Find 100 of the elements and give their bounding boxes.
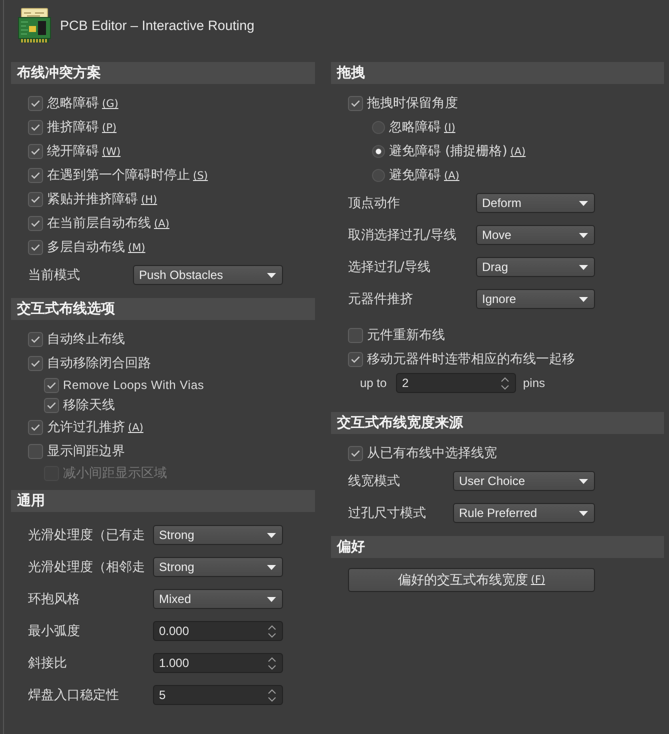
dropdown[interactable]: Deform [476,193,595,213]
checkbox[interactable] [348,352,363,366]
field-label: 环抱风格 [28,591,81,608]
checkmark-icon [31,100,40,106]
field-label: 最小弧度 [28,623,81,640]
checkmark-icon [351,356,360,362]
checkbox[interactable] [28,216,43,230]
number-field[interactable]: 0.000 [153,621,283,641]
field-label: 线宽模式 [348,473,401,490]
checkmark-icon [351,450,360,456]
radio-label[interactable]: 忽略障碍 (I) [389,118,456,136]
radio-label[interactable]: 避免障碍 (捕捉栅格) (A) [389,142,526,160]
checkbox[interactable] [28,356,43,370]
checkbox-label[interactable]: 显示间距边界 [47,442,125,460]
section-header: 通用 [11,490,315,512]
field-label: 元器件推挤 [348,291,414,308]
dropdown[interactable]: Rule Preferred [453,503,595,523]
dropdown[interactable]: Mixed [153,589,283,609]
caret-icon [267,272,276,278]
dropdown[interactable]: Strong [153,525,283,545]
number-field[interactable]: 5 [153,685,283,705]
checkbox-label[interactable]: 推挤障碍 (P) [47,118,117,136]
checkmark-icon [31,336,40,342]
circuit-board-icon [18,8,51,42]
checkbox[interactable] [44,398,59,412]
field-label: 顶点动作 [348,195,401,212]
checkbox[interactable] [28,420,43,434]
checkmark-icon [31,124,40,130]
section-header: 拖拽 [331,62,664,84]
checkbox-label[interactable]: 允许过孔推挤 (A) [47,418,144,436]
checkbox-label[interactable]: 紧贴并推挤障碍 (H) [47,190,158,208]
radio-button[interactable] [372,168,385,182]
caret-icon [579,200,588,206]
field-label: 斜接比 [28,655,68,672]
caret-icon [579,232,588,238]
checkbox-label[interactable]: 拖拽时保留角度 [367,94,458,112]
caret-icon [579,296,588,302]
checkbox-label[interactable]: 绕开障碍 (W) [47,142,121,160]
checkmark-icon [31,220,40,226]
section-header: 偏好 [331,536,664,558]
checkbox[interactable] [28,168,43,182]
radio-label[interactable]: 避免障碍 (A) [389,166,460,184]
checkbox-label[interactable]: 自动终止布线 [47,330,125,348]
checkbox[interactable] [28,120,43,134]
checkbox-label[interactable]: Remove Loops With Vias [63,378,204,392]
spinner-arrows-icon[interactable] [501,376,509,390]
checkmark-icon [31,196,40,202]
field-label: 光滑处理度（已有走 [28,527,146,544]
field-label: 当前模式 [28,267,81,284]
checkbox[interactable] [28,332,43,346]
checkbox-label[interactable]: 移动元器件时连带相应的布线一起移 [367,350,575,368]
number-field[interactable]: 1.000 [153,653,283,673]
checkbox[interactable] [28,240,43,254]
checkbox-label[interactable]: 在遇到第一个障碍时停止 (S) [47,166,208,184]
checkbox[interactable] [348,328,363,342]
checkbox-label[interactable]: 自动移除闭合回路 [47,354,151,372]
checkmark-icon [47,402,56,408]
checkbox[interactable] [28,444,43,458]
dropdown[interactable]: Ignore [476,289,595,309]
number-field[interactable]: 2 [396,373,516,393]
checkbox[interactable] [28,192,43,206]
window-title: PCB Editor – Interactive Routing [60,18,254,32]
dropdown[interactable]: User Choice [453,471,595,491]
field-label: 过孔尺寸模式 [348,505,427,522]
radio-button[interactable] [372,120,385,134]
caret-icon [267,532,276,538]
dropdown[interactable]: Push Obstacles [133,265,283,285]
field-label: 选择过孔/导线 [348,259,432,276]
checkbox[interactable] [348,446,363,460]
checkbox[interactable] [44,378,59,392]
checkbox-label[interactable]: 忽略障碍 (G) [47,94,118,112]
checkbox-label[interactable]: 元件重新布线 [367,326,445,344]
checkbox[interactable] [28,144,43,158]
checkmark-icon [31,360,40,366]
caret-icon [579,264,588,270]
field-label: up to [360,376,388,390]
checkbox-label[interactable]: 移除天线 [63,396,115,414]
dropdown[interactable]: Drag [476,257,595,277]
caret-icon [579,478,588,484]
field-label: 焊盘入口稳定性 [28,687,120,704]
section-header: 交互式布线选项 [11,298,315,320]
preferences-button[interactable]: 偏好的交互式布线宽度 (F) [348,568,595,592]
spinner-arrows-icon[interactable] [268,656,276,670]
checkbox-label[interactable]: 在当前层自动布线 (A) [47,214,170,232]
checkbox[interactable] [28,96,43,110]
checkmark-icon [31,424,40,430]
field-label: 取消选择过孔/导线 [348,227,458,244]
dropdown[interactable]: Move [476,225,595,245]
spinner-arrows-icon[interactable] [268,624,276,638]
radio-button[interactable] [372,144,385,158]
dropdown[interactable]: Strong [153,557,283,577]
caret-icon [579,510,588,516]
checkbox-label[interactable]: 从已有布线中选择线宽 [367,444,497,462]
checkbox-label[interactable]: 多层自动布线 (M) [47,238,146,256]
checkmark-icon [31,172,40,178]
section-header: 交互式布线宽度来源 [331,412,664,434]
checkbox[interactable] [348,96,363,110]
spinner-arrows-icon[interactable] [268,688,276,702]
section-header: 布线冲突方案 [11,62,315,84]
caret-icon [267,564,276,570]
